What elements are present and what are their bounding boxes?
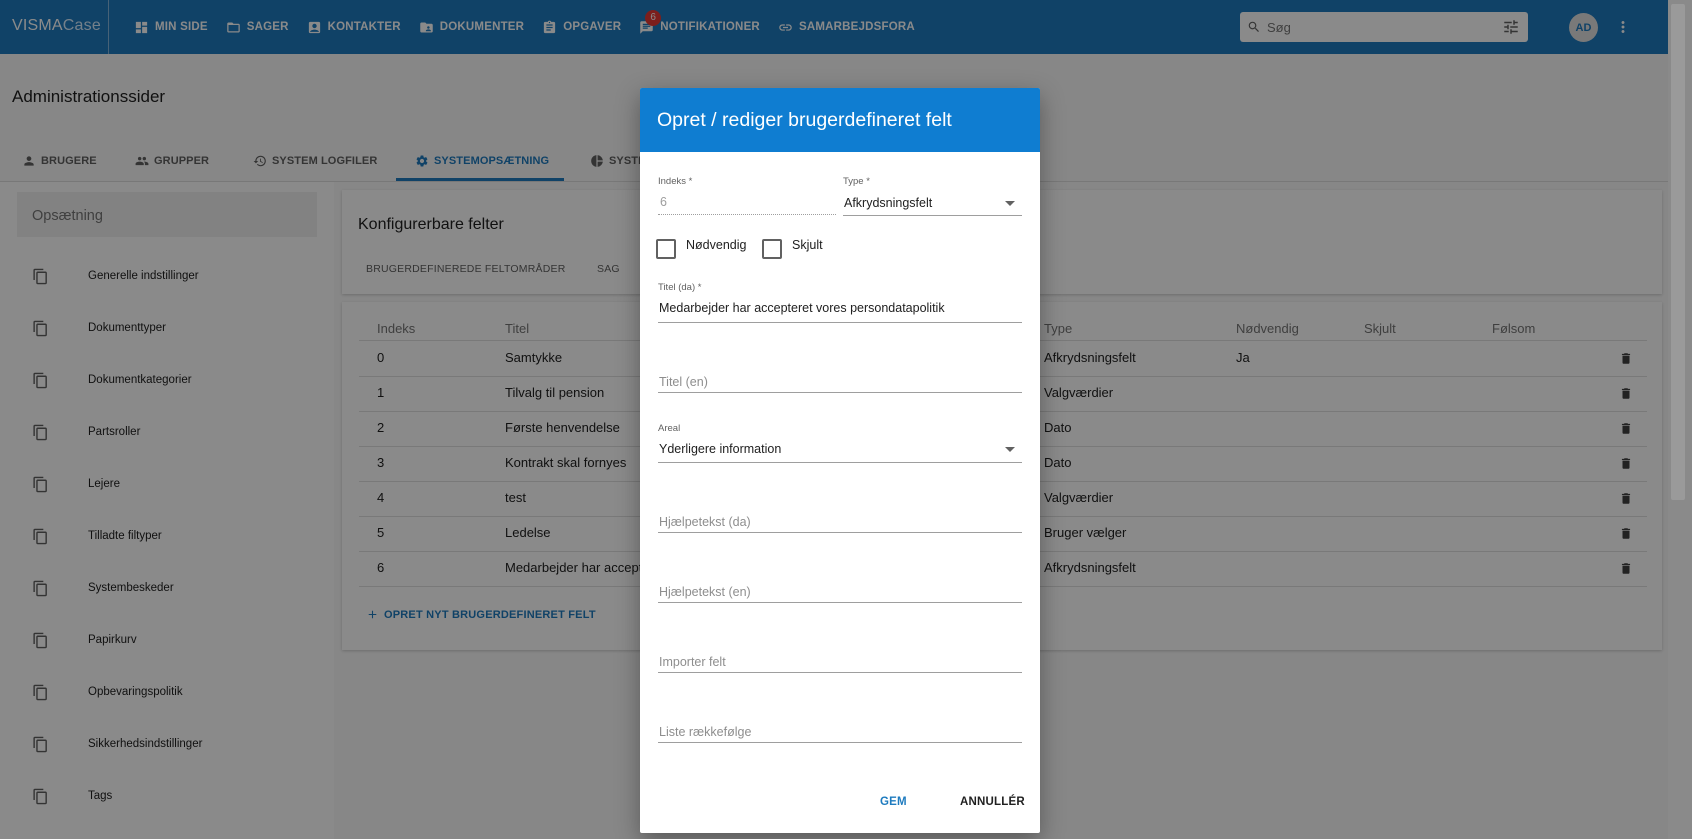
title-da-label: Titel (da) * (658, 282, 702, 293)
required-checkbox[interactable] (656, 239, 676, 259)
type-underline (843, 215, 1022, 216)
hidden-checkbox-label: Skjult (792, 238, 823, 252)
area-dropdown-caret-icon[interactable] (1005, 447, 1015, 452)
type-select[interactable]: Afkrydsningsfelt (844, 196, 932, 210)
type-label: Type * (843, 176, 870, 187)
dialog-title: Opret / rediger brugerdefineret felt (640, 88, 1040, 152)
scrollbar-thumb[interactable] (1671, 4, 1685, 500)
cancel-button[interactable]: ANNULLÉR (960, 796, 1025, 808)
import-underline (658, 672, 1022, 673)
hidden-checkbox[interactable] (762, 239, 782, 259)
help-da-underline (658, 532, 1022, 533)
edit-field-dialog: Opret / rediger brugerdefineret felt Ind… (640, 88, 1040, 833)
area-select[interactable]: Yderligere information (659, 442, 781, 456)
index-underline (658, 214, 836, 215)
type-dropdown-caret-icon[interactable] (1005, 201, 1015, 206)
area-label: Areal (658, 423, 681, 434)
help-da-field[interactable]: Hjælpetekst (da) (659, 515, 751, 529)
required-checkbox-label: Nødvendig (686, 238, 747, 252)
title-da-underline (658, 322, 1022, 323)
list-order-field[interactable]: Liste rækkefølge (659, 725, 751, 739)
title-da-field[interactable]: Medarbejder har accepteret vores persond… (659, 301, 945, 315)
index-label: Indeks * (658, 176, 693, 187)
area-underline (658, 462, 1022, 463)
title-en-field[interactable]: Titel (en) (659, 375, 708, 389)
save-button[interactable]: GEM (880, 796, 907, 808)
help-en-underline (658, 602, 1022, 603)
title-en-underline (658, 392, 1022, 393)
list-order-underline (658, 742, 1022, 743)
app: VISMACase MIN SIDE SAGER KONTAKTER DOKUM… (0, 0, 1668, 839)
help-en-field[interactable]: Hjælpetekst (en) (659, 585, 751, 599)
index-field: 6 (660, 195, 667, 209)
import-field[interactable]: Importer felt (659, 655, 726, 669)
